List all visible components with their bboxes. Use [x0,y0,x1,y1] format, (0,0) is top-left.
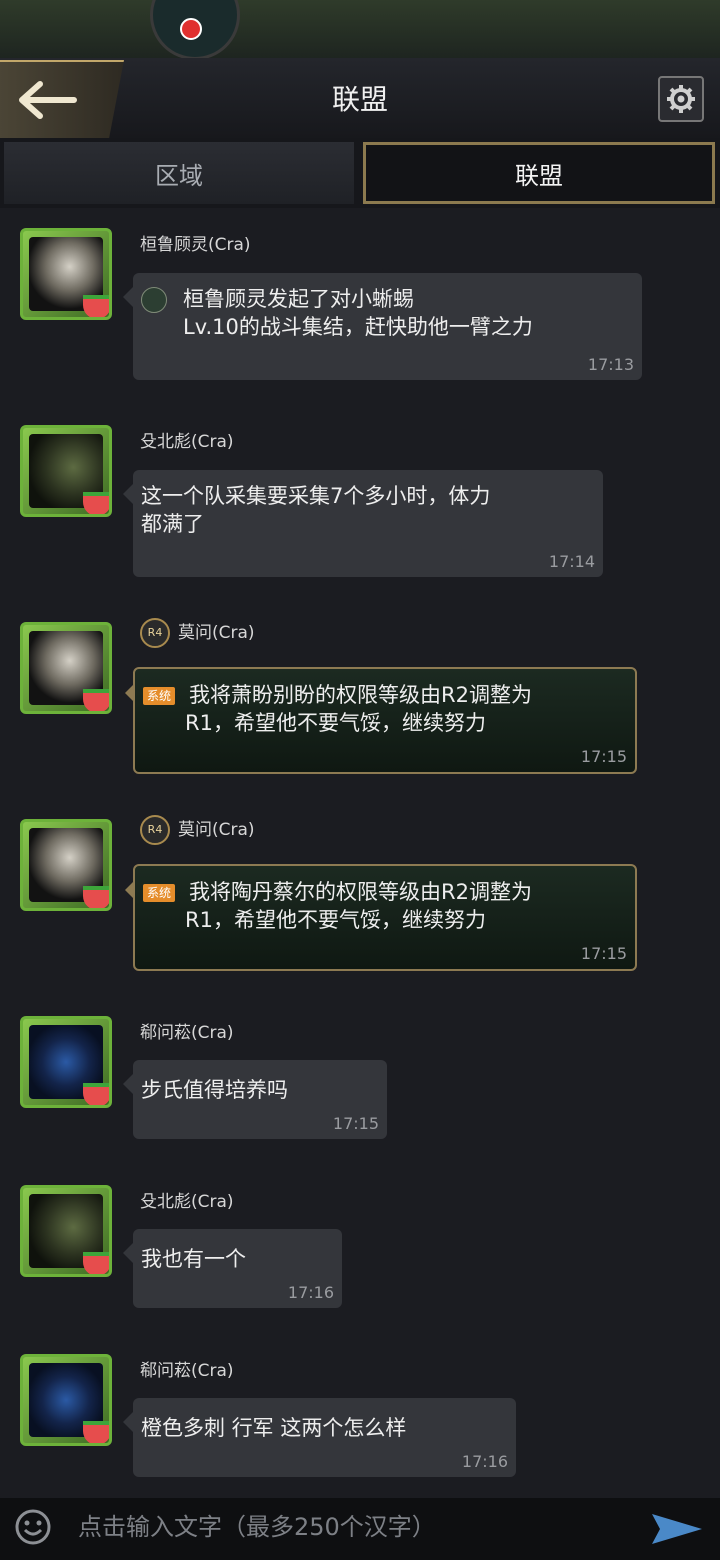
sender-name: 郗问菘(Cra) [140,1361,234,1381]
rank-badge-icon: R4 [140,618,170,648]
avatar[interactable] [20,819,112,911]
message-line: 步氏值得培养吗 [141,1078,288,1102]
sender-name: 殳北彪(Cra) [140,1192,234,1212]
melon-icon [83,1421,109,1443]
game-top-strip [0,0,720,60]
sender-name: R4 莫问(Cra) [140,815,255,845]
avatar[interactable] [20,1185,112,1277]
melon-icon [83,689,109,711]
message-line: 我将萧盼别盼的权限等级由R2调整为 [189,683,532,707]
avatar[interactable] [20,228,112,320]
message-line: 橙色多刺 行军 这两个怎么样 [141,1416,407,1440]
melon-icon [83,295,109,317]
avatar[interactable] [20,622,112,714]
melon-icon [83,1252,109,1274]
message-line: 我也有一个 [141,1247,246,1271]
system-message-bubble[interactable]: 系统 我将陶丹蔡尔的权限等级由R2调整为 R1，希望他不要气馁，继续努力 17:1… [125,864,637,971]
melon-icon [83,1083,109,1105]
message-line: 我将陶丹蔡尔的权限等级由R2调整为 [189,880,532,904]
settings-button[interactable] [658,76,704,122]
avatar[interactable] [20,1016,112,1108]
tab-alliance[interactable]: 联盟 [363,142,715,204]
rank-badge-icon: R4 [140,815,170,845]
chat-tabs: 区域 联盟 [0,138,720,208]
chat-list[interactable]: 桓鲁顾灵(Cra) 桓鲁顾灵发起了对小蜥蜴 Lv.10的战斗集结，赶快助他一臂之… [0,208,720,1498]
gear-icon [667,85,695,113]
message-line: 都满了 [141,512,204,536]
sender-name: R4 莫问(Cra) [140,618,255,648]
message-bubble[interactable]: 我也有一个 17:16 [123,1229,342,1308]
avatar[interactable] [20,425,112,517]
message-bubble[interactable]: 橙色多刺 行军 这两个怎么样 17:16 [123,1398,516,1477]
melon-icon [83,492,109,514]
message-time: 17:13 [587,355,634,374]
rally-icon [141,287,167,313]
message-time: 17:15 [332,1114,379,1133]
sender-name: 郗问菘(Cra) [140,1023,234,1043]
message-time: 17:16 [461,1452,508,1471]
message-bubble[interactable]: 这一个队采集要采集7个多小时，体力 都满了 17:14 [123,470,603,577]
page-title: 联盟 [331,83,388,116]
sender-name-text: 莫问(Cra) [178,820,255,840]
message-bubble[interactable]: 步氏值得培养吗 17:15 [123,1060,387,1139]
notification-dot-icon [180,18,202,40]
message-time: 17:15 [580,944,627,963]
sender-name: 桓鲁顾灵(Cra) [140,235,251,255]
send-icon[interactable] [650,1510,704,1548]
message-bubble[interactable]: 桓鲁顾灵发起了对小蜥蜴 Lv.10的战斗集结，赶快助他一臂之力 17:13 [123,273,642,380]
message-line: 桓鲁顾灵发起了对小蜥蜴 [183,287,414,311]
sender-name: 殳北彪(Cra) [140,432,234,452]
message-line: R1，希望他不要气馁，继续努力 [185,711,486,735]
tab-region[interactable]: 区域 [4,142,354,204]
message-time: 17:16 [287,1283,334,1302]
sender-name-text: 莫问(Cra) [178,623,255,643]
message-time: 17:15 [580,747,627,766]
emoji-icon[interactable] [14,1508,52,1546]
message-line: R1，希望他不要气馁，继续努力 [185,908,486,932]
system-message-bubble[interactable]: 系统 我将萧盼别盼的权限等级由R2调整为 R1，希望他不要气馁，继续努力 17:1… [125,667,637,774]
system-tag: 系统 [143,884,176,902]
message-time: 17:14 [548,552,595,571]
chat-header: 联盟 [0,58,720,139]
system-tag: 系统 [143,687,176,705]
message-line: Lv.10的战斗集结，赶快助他一臂之力 [183,315,533,339]
melon-icon [83,886,109,908]
message-composer: 点击输入文字（最多250个汉字） [0,1498,720,1560]
avatar[interactable] [20,1354,112,1446]
message-input[interactable]: 点击输入文字（最多250个汉字） [78,1509,638,1545]
message-line: 这一个队采集要采集7个多小时，体力 [141,484,491,508]
